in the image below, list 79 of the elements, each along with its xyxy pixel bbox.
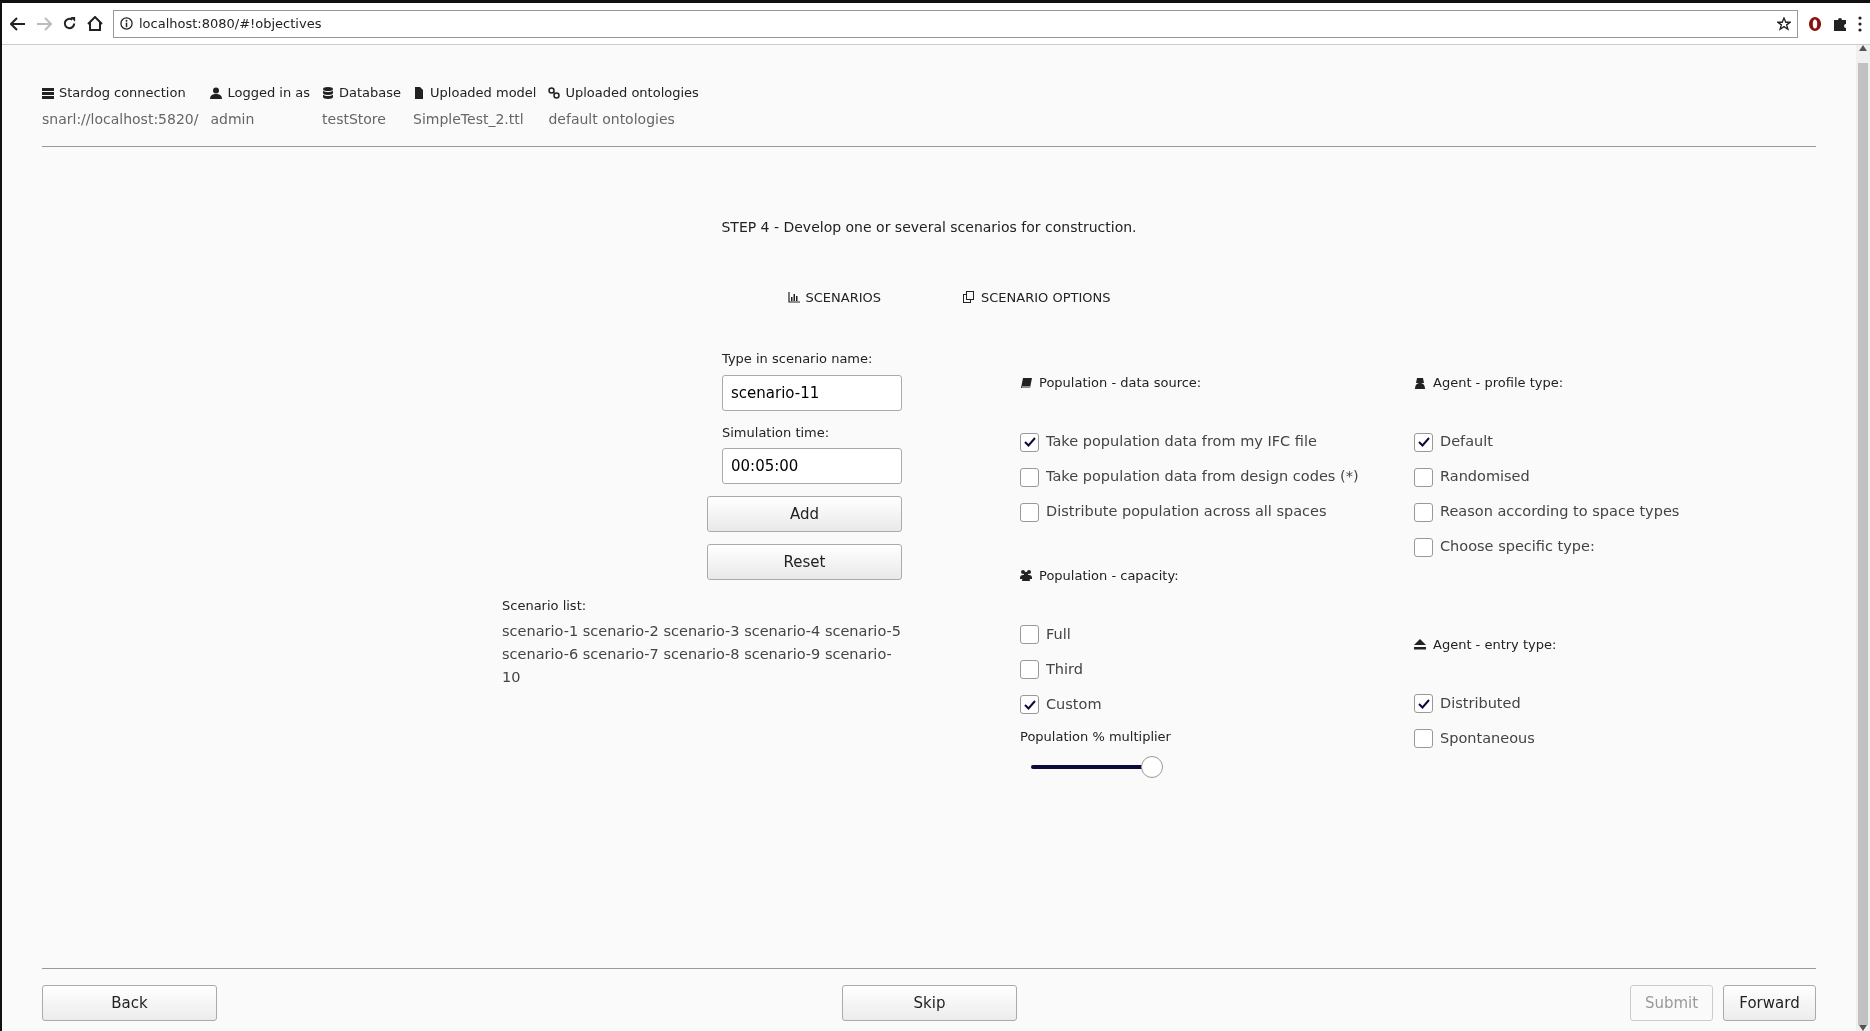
info-label: Stardog connection bbox=[59, 84, 186, 102]
option-label[interactable]: Take population data from design codes (*) bbox=[1046, 466, 1359, 488]
option-label[interactable]: Take population data from my IFC file bbox=[1046, 431, 1317, 453]
check-icon bbox=[1417, 437, 1430, 447]
agent-icon bbox=[1414, 376, 1426, 389]
group-title: Population - data source: bbox=[1039, 374, 1202, 392]
people-icon bbox=[1020, 569, 1032, 582]
option-label[interactable]: Custom bbox=[1046, 693, 1102, 716]
book-icon bbox=[1020, 376, 1032, 389]
checkbox[interactable] bbox=[1414, 467, 1433, 487]
check-icon bbox=[1023, 437, 1036, 447]
back-arrow-icon[interactable] bbox=[10, 16, 26, 31]
info-icon bbox=[120, 17, 133, 30]
option-label[interactable]: Distributed bbox=[1440, 692, 1521, 715]
slider-thumb[interactable] bbox=[1141, 755, 1164, 778]
info-label: Logged in as bbox=[227, 84, 311, 102]
name-field[interactable]: scenario-11 bbox=[722, 374, 902, 411]
info-value: default ontologies bbox=[548, 109, 676, 129]
option-label[interactable]: Choose specific type: bbox=[1440, 536, 1595, 558]
check-icon bbox=[1023, 699, 1036, 710]
option-label[interactable]: Default bbox=[1440, 431, 1493, 453]
option-label[interactable]: Third bbox=[1046, 658, 1083, 681]
eject-icon bbox=[1414, 638, 1426, 651]
info-label: Uploaded ontologies bbox=[565, 84, 699, 102]
checkbox[interactable] bbox=[1414, 432, 1433, 452]
user-icon bbox=[210, 86, 223, 99]
checkbox[interactable] bbox=[1414, 502, 1433, 522]
checkbox[interactable] bbox=[1414, 537, 1433, 557]
home-icon[interactable] bbox=[87, 16, 103, 31]
info-value: SimpleTest_2.ttl bbox=[413, 109, 525, 129]
option-label[interactable]: Reason according to space types bbox=[1440, 501, 1680, 523]
checkbox[interactable] bbox=[1020, 502, 1039, 522]
info-value: testStore bbox=[322, 109, 387, 129]
copy-icon bbox=[963, 291, 976, 304]
puzzle-icon[interactable] bbox=[1832, 15, 1848, 32]
step-title: STEP 4 - Develop one or several scenarios for construction. bbox=[720, 217, 1138, 237]
group-title: Population - capacity: bbox=[1039, 566, 1179, 585]
option-label[interactable]: Spontaneous bbox=[1440, 727, 1535, 750]
address-bar[interactable]: localhost:8080/#!objectives bbox=[113, 9, 1798, 38]
reload-icon[interactable] bbox=[62, 16, 77, 31]
checkbox[interactable] bbox=[1020, 660, 1039, 679]
option-label[interactable]: Distribute population across all spaces bbox=[1046, 501, 1327, 523]
checkbox[interactable] bbox=[1020, 695, 1039, 714]
list-label: Scenario list: bbox=[502, 597, 587, 615]
shield-icon[interactable] bbox=[1808, 15, 1822, 32]
reset-button[interactable]: Reset bbox=[707, 544, 902, 580]
scenario-list: scenario-1 scenario-2 scenario-3 scenario-4 scenario-5 scenario-6 scenario-7 scenario-8 scenario-9 scenario-10 bbox=[502, 619, 902, 689]
add-button[interactable]: Add bbox=[707, 496, 902, 532]
star-icon[interactable] bbox=[1777, 16, 1791, 31]
checkbox[interactable] bbox=[1020, 432, 1039, 452]
server-icon bbox=[42, 86, 54, 99]
skip-button[interactable]: Skip bbox=[842, 985, 1017, 1021]
checkbox[interactable] bbox=[1414, 729, 1433, 748]
scrollbar-thumb[interactable] bbox=[1858, 63, 1868, 1025]
info-value: snarl://localhost:5820/ bbox=[42, 109, 199, 129]
back-button[interactable]: Back bbox=[42, 985, 217, 1021]
option-label[interactable]: Randomised bbox=[1440, 466, 1530, 488]
database-icon bbox=[322, 86, 335, 99]
checkbox[interactable] bbox=[1020, 467, 1039, 487]
checkbox[interactable] bbox=[1020, 625, 1039, 644]
info-label: Database bbox=[339, 84, 402, 102]
slider-label: Population % multiplier bbox=[1020, 728, 1172, 746]
forward-button[interactable]: Forward bbox=[1723, 985, 1816, 1021]
time-field[interactable]: 00:05:00 bbox=[722, 448, 902, 484]
tab[interactable]: SCENARIOS bbox=[787, 287, 882, 307]
link-icon bbox=[548, 86, 561, 99]
file-icon bbox=[413, 86, 426, 99]
bar-chart-icon bbox=[787, 291, 800, 304]
tab[interactable]: SCENARIO OPTIONS bbox=[963, 287, 1111, 307]
group-title: Agent - entry type: bbox=[1433, 635, 1557, 654]
group-title: Agent - profile type: bbox=[1433, 374, 1564, 392]
info-value: admin bbox=[210, 109, 256, 129]
info-label: Uploaded model bbox=[430, 84, 537, 102]
menu-icon[interactable] bbox=[1858, 15, 1862, 32]
field-label: Simulation time: bbox=[722, 423, 831, 442]
option-label[interactable]: Full bbox=[1046, 623, 1071, 646]
check-icon bbox=[1417, 698, 1430, 709]
checkbox[interactable] bbox=[1414, 694, 1433, 713]
field-label: Type in scenario name: bbox=[722, 350, 874, 368]
